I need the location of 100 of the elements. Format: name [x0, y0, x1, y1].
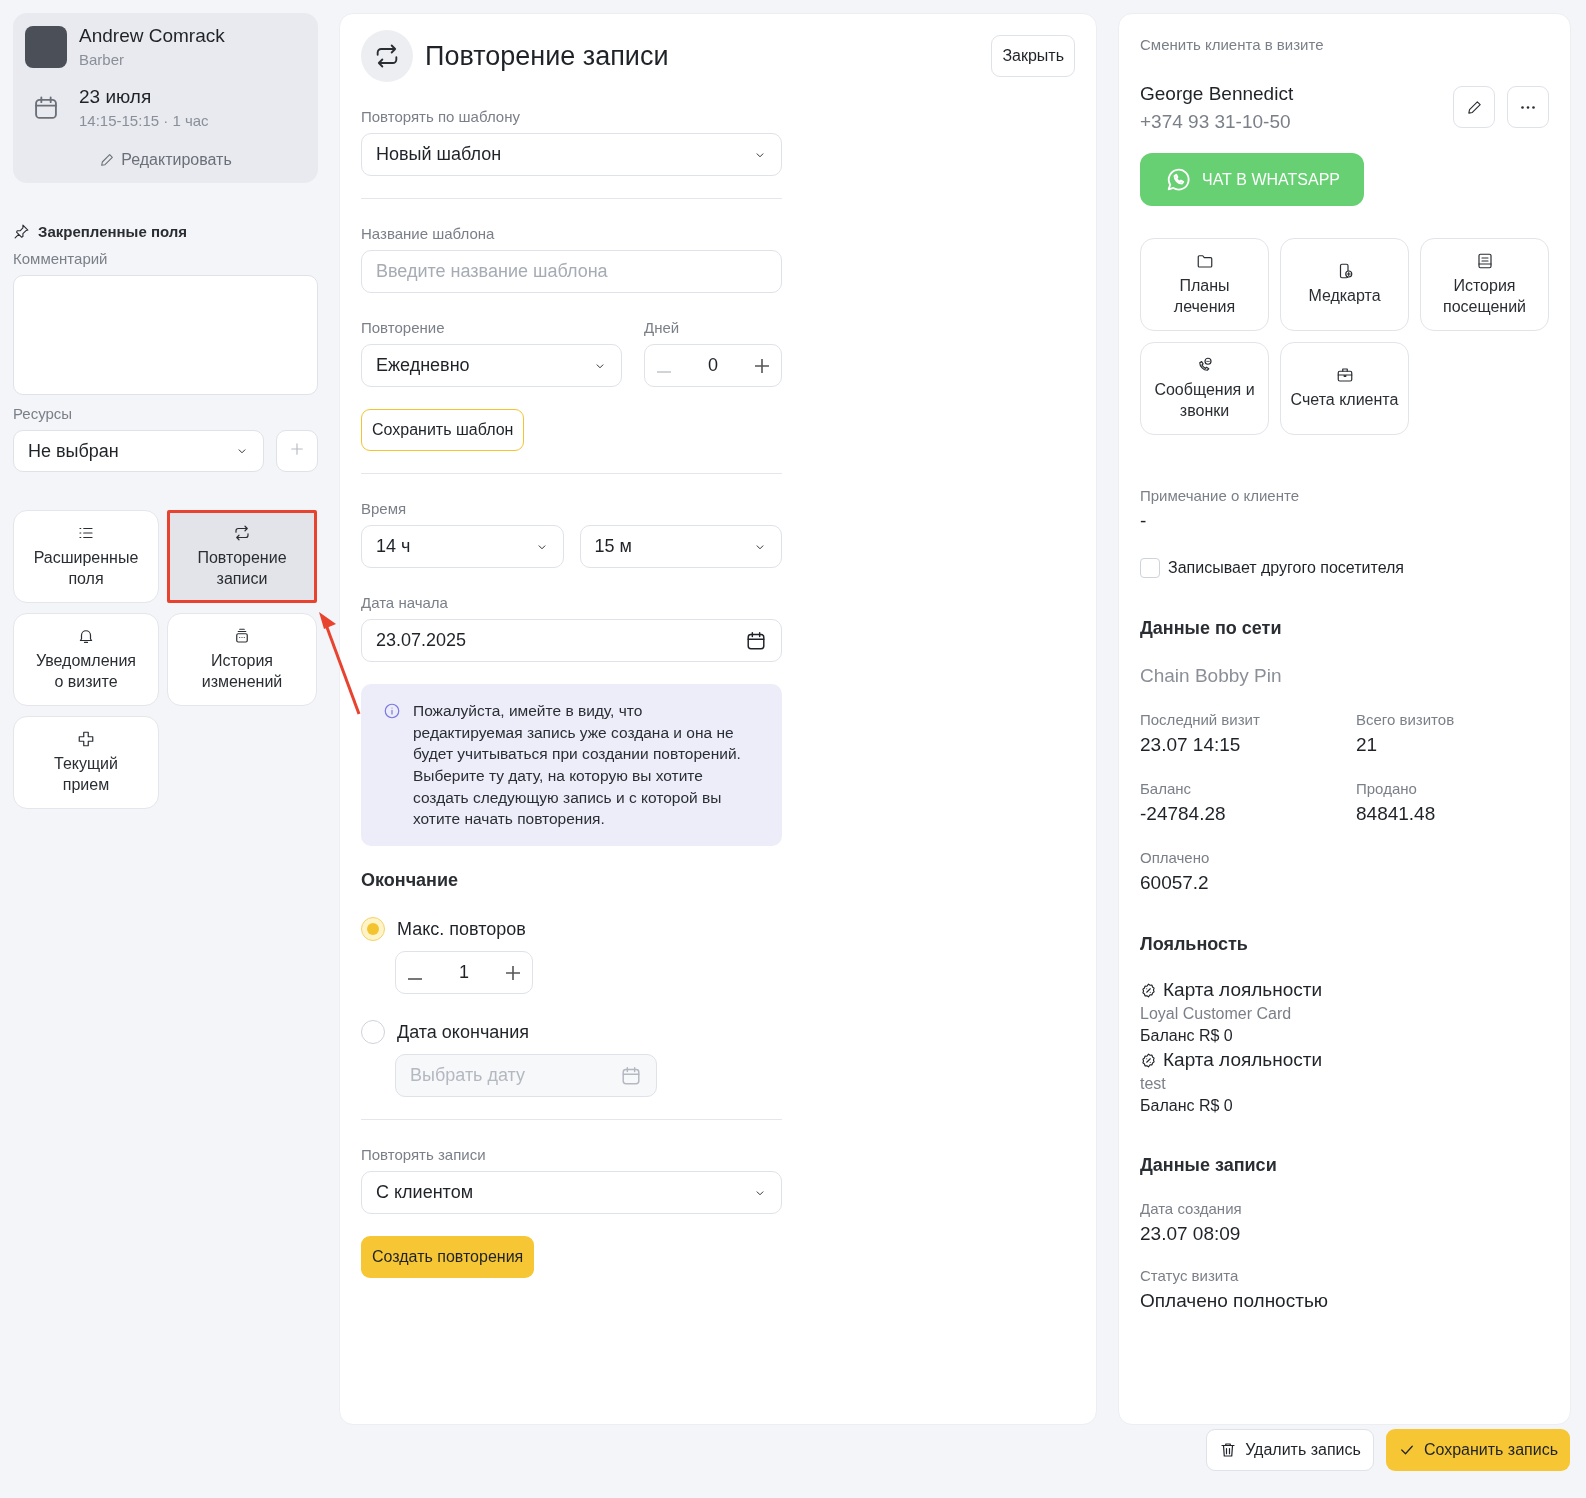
time-label: Время	[361, 500, 408, 517]
client-action-tile[interactable]: Медкарта	[1280, 238, 1409, 331]
radio-button[interactable]	[361, 1020, 385, 1045]
start-date-field[interactable]: 23.07.2025	[361, 619, 782, 662]
edit-button[interactable]: Редактировать	[95, 147, 236, 173]
plus-icon	[77, 729, 95, 748]
more-icon	[1521, 105, 1535, 109]
loyalty-card-balance: Баланс R$ 0	[1140, 1097, 1234, 1115]
client-action-tile[interactable]: Сообщения и звонки	[1140, 342, 1269, 435]
section-tile[interactable]: Повторение записи	[167, 510, 317, 603]
visit-time: 14:15-15:15 · 1 час	[79, 112, 209, 129]
client-action-tile[interactable]: Счета клиента	[1280, 342, 1409, 435]
section-tile[interactable]: История изменений	[167, 613, 317, 706]
record-title: Данные записи	[1140, 1155, 1278, 1176]
loyalty-card-balance: Баланс R$ 0	[1140, 1027, 1234, 1045]
add-resource-button[interactable]	[276, 430, 318, 472]
stat-value: 84841.48	[1356, 803, 1437, 825]
loyalty-title: Лояльность	[1140, 934, 1249, 955]
notice-text: Пожалуйста, имейте в виду, что редактируемая запись уже создана и она не будет учитываться при создании повторений. Выберите ту дату, на которую вы хотите создать следующую запись и с которой вы хотите начать повторения.	[413, 701, 742, 830]
record-value: Оплачено полностью	[1140, 1290, 1330, 1312]
minus-icon	[408, 977, 422, 980]
info-icon	[383, 702, 401, 720]
loyalty-card-name: Loyal Customer Card	[1140, 1005, 1293, 1023]
stat-value: 23.07 14:15	[1140, 734, 1242, 756]
resources-dropdown[interactable]: Не выбран	[13, 430, 264, 472]
hours-dropdown[interactable]: 14 ч	[361, 525, 564, 568]
repeat-label: Повторение	[361, 319, 446, 336]
delete-record-button[interactable]: Удалить запись	[1206, 1429, 1374, 1471]
stat-label: Оплачено	[1140, 849, 1211, 866]
days-value: 0	[708, 355, 718, 376]
trash-icon	[1219, 1441, 1238, 1459]
comment-field[interactable]	[13, 275, 318, 395]
stat-label: Последний визит	[1140, 711, 1261, 728]
discount-badge-icon	[1140, 1051, 1157, 1069]
plus-icon	[506, 965, 520, 980]
client-action-tile[interactable]: Планы лечения	[1140, 238, 1269, 331]
staff-role: Barber	[79, 51, 126, 68]
client-action-tile[interactable]: История посещений	[1420, 238, 1549, 331]
pinned-fields-title: Закрепленные поля	[38, 223, 188, 240]
record-value: 23.07 08:09	[1140, 1223, 1242, 1245]
change-client-link[interactable]: Сменить клиента в визите	[1140, 36, 1549, 53]
discount-badge-icon	[1140, 981, 1157, 999]
template-name-label: Название шаблона	[361, 225, 496, 242]
minus-icon	[657, 370, 671, 373]
radio-button[interactable]	[361, 917, 385, 942]
stat-value: 21	[1356, 734, 1379, 756]
resources-label: Ресурсы	[13, 405, 74, 422]
more-button[interactable]	[1507, 86, 1549, 128]
repeat-with-dropdown[interactable]: С клиентом	[361, 1171, 782, 1215]
template-name-field[interactable]: Введите название шаблона	[361, 250, 782, 293]
network-title: Данные по сети	[1140, 618, 1283, 639]
end-title: Окончание	[361, 870, 460, 892]
end-option-label: Макс. повторов	[397, 918, 526, 940]
loyalty-card-title: Карта лояльности	[1163, 1049, 1323, 1071]
save-template-button[interactable]: Сохранить шаблон	[361, 409, 525, 451]
create-repeats-button[interactable]: Создать повторения	[361, 1236, 535, 1279]
avatar-photo-placeholder	[25, 25, 67, 68]
briefcase-icon	[1335, 366, 1354, 385]
save-record-button[interactable]: Сохранить запись	[1385, 1429, 1570, 1471]
end-option-label: Дата окончания	[397, 1021, 530, 1043]
repeat-dropdown[interactable]: Ежедневно	[361, 344, 622, 387]
pencil-icon	[1465, 98, 1483, 116]
calendar-icon	[620, 1064, 642, 1087]
template-dropdown[interactable]: Новый шаблон	[361, 133, 782, 176]
days-stepper[interactable]: 0	[644, 344, 782, 387]
archive-icon	[233, 626, 251, 645]
section-tile[interactable]: Расширенные поля	[13, 510, 159, 603]
comment-label: Комментарий	[13, 250, 109, 267]
repeat-icon	[233, 523, 251, 542]
loyalty-card-name: test	[1140, 1075, 1167, 1093]
panel-title: Повторение записи	[425, 40, 670, 72]
checkbox-label: Записывает другого посетителя	[1168, 559, 1404, 577]
document-list-icon	[1475, 251, 1494, 270]
repeat-with-label: Повторять записи	[361, 1146, 487, 1164]
stat-label: Продано	[1356, 780, 1418, 797]
pin-icon	[13, 223, 30, 240]
staff-name: Andrew Comrack	[79, 25, 225, 47]
minutes-dropdown[interactable]: 15 м	[579, 525, 782, 568]
record-label: Дата создания	[1140, 1200, 1243, 1217]
edit-client-button[interactable]	[1453, 86, 1495, 128]
client-note-label: Примечание о клиенте	[1140, 487, 1301, 504]
section-tile[interactable]: Текущий прием	[13, 716, 159, 809]
max-repeats-value: 1	[459, 962, 469, 984]
stat-label: Баланс	[1140, 780, 1193, 797]
close-button[interactable]: Закрыть	[991, 35, 1075, 77]
max-repeats-stepper[interactable]: 1	[395, 951, 533, 995]
start-date-label: Дата начала	[361, 594, 449, 611]
stat-value: 60057.2	[1140, 872, 1210, 894]
client-note-value: -	[1140, 510, 1148, 532]
plus-icon	[288, 440, 306, 458]
stat-label: Всего визитов	[1356, 711, 1456, 728]
plus-icon	[755, 358, 769, 373]
checkbox[interactable]	[1140, 558, 1160, 578]
loyalty-card-title: Карта лояльности	[1163, 979, 1323, 1001]
calendar-icon	[745, 629, 767, 652]
client-phone: +374 93 31-10-50	[1140, 111, 1292, 133]
days-label: Дней	[644, 319, 681, 336]
network-name: Chain Bobby Pin	[1140, 665, 1283, 687]
section-tile[interactable]: Уведомления о визите	[13, 613, 159, 706]
visit-date: 23 июля	[79, 86, 153, 108]
